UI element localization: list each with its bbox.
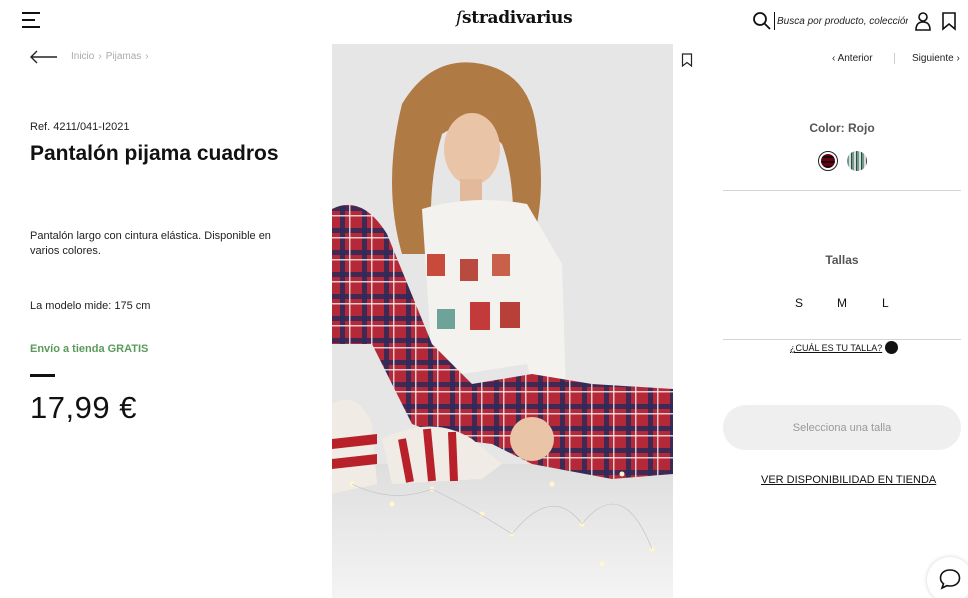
header: ſstradivarius xyxy=(0,0,968,44)
select-size-button[interactable]: Selecciona una talla xyxy=(723,405,961,450)
breadcrumb-item-inicio[interactable]: Inicio xyxy=(71,51,94,62)
model-height: La modelo mide: 175 cm xyxy=(30,300,151,312)
size-option-m[interactable]: M xyxy=(837,296,847,310)
color-label: Color: Rojo xyxy=(809,121,875,135)
prev-product-link[interactable]: ‹ Anterior xyxy=(832,53,873,64)
product-title: Pantalón pijama cuadros xyxy=(30,142,279,165)
back-arrow-icon[interactable] xyxy=(30,50,58,64)
chevron-right-icon: › xyxy=(145,51,149,62)
color-swatch-red[interactable] xyxy=(818,151,838,171)
chat-button[interactable] xyxy=(927,557,968,598)
shipping-info: Envío a tienda GRATIS xyxy=(30,343,149,355)
menu-icon[interactable] xyxy=(22,12,40,29)
user-icon[interactable] xyxy=(914,11,932,31)
chevron-right-icon: › xyxy=(953,53,960,64)
nav-divider xyxy=(894,53,895,64)
sizes-label: Tallas xyxy=(825,253,859,267)
logo[interactable]: ſstradivarius xyxy=(456,8,573,28)
bookmark-icon[interactable] xyxy=(681,53,693,67)
product-price: 17,99 € xyxy=(30,390,137,425)
size-option-l[interactable]: L xyxy=(882,296,889,310)
breadcrumb: Inicio › Pijamas › xyxy=(71,51,153,62)
wishlist-icon[interactable] xyxy=(940,11,958,31)
divider xyxy=(723,190,961,191)
divider xyxy=(723,339,961,340)
prev-label: Anterior xyxy=(837,53,873,64)
chat-icon xyxy=(939,569,961,590)
next-label: Siguiente xyxy=(912,53,954,64)
price-divider xyxy=(30,374,55,377)
hanger-icon xyxy=(885,341,899,354)
search-icon[interactable] xyxy=(752,11,772,31)
product-description: Pantalón largo con cintura elástica. Dis… xyxy=(30,230,271,257)
breadcrumb-item-pijamas[interactable]: Pijamas xyxy=(106,51,142,62)
store-availability-link[interactable]: VER DISPONIBILIDAD EN TIENDA xyxy=(761,474,936,486)
chevron-right-icon: › xyxy=(98,51,102,62)
search-input[interactable] xyxy=(774,12,908,30)
next-product-link[interactable]: Siguiente › xyxy=(912,53,960,64)
size-guide-link[interactable]: ¿CUÁL ES TU TALLA? xyxy=(790,341,899,355)
size-option-s[interactable]: S xyxy=(795,296,803,310)
color-swatch-green[interactable] xyxy=(847,151,867,171)
product-ref: Ref. 4211/041-I2021 xyxy=(30,121,130,133)
product-photo[interactable] xyxy=(332,44,673,598)
size-guide-label: ¿CUÁL ES TU TALLA? xyxy=(790,342,883,353)
product-photo-illustration xyxy=(332,44,673,598)
